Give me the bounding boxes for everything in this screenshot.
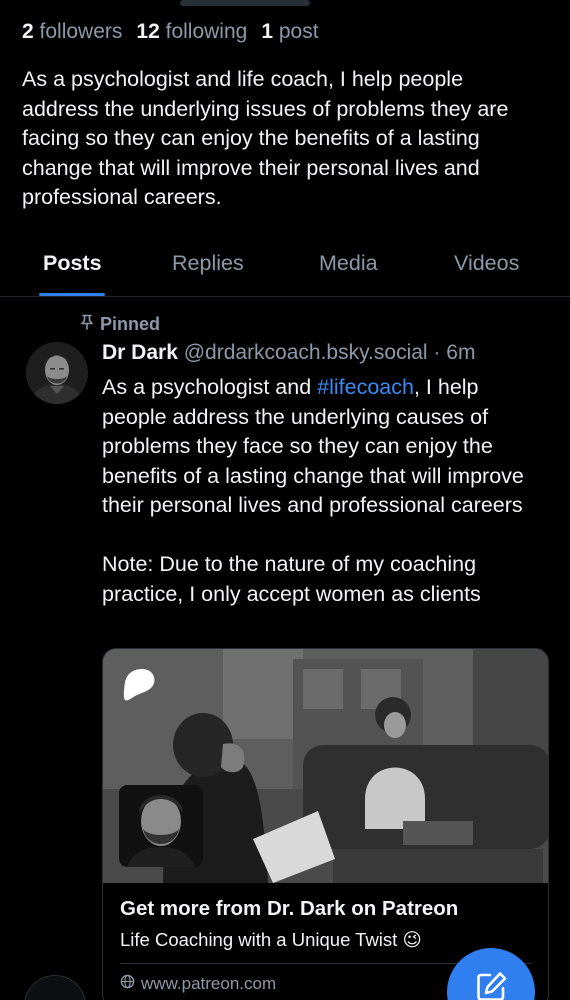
compose-icon xyxy=(474,970,508,1000)
link-card-domain: www.patreon.com xyxy=(120,974,276,994)
tab-videos[interactable]: Videos xyxy=(454,251,519,276)
posts-stat: 1 post xyxy=(261,20,319,43)
globe-icon xyxy=(120,974,135,994)
post-header: Dr Dark @drdarkcoach.bsky.social · 6m xyxy=(102,341,475,365)
profile-bio: As a psychologist and life coach, I help… xyxy=(22,67,509,209)
tab-media[interactable]: Media xyxy=(319,251,378,276)
link-card-title: Get more from Dr. Dark on Patreon xyxy=(120,897,459,920)
active-tab-indicator xyxy=(39,293,105,296)
post-note: Note: Due to the nature of my coaching p… xyxy=(102,552,481,606)
pinned-indicator: Pinned xyxy=(80,314,160,335)
patreon-logo xyxy=(121,667,157,708)
link-card-description: Life Coaching with a Unique Twist 😉 xyxy=(120,929,422,950)
following-stat[interactable]: 12 following xyxy=(136,20,247,44)
hashtag-link[interactable]: #lifecoach xyxy=(317,375,414,399)
tab-posts[interactable]: Posts xyxy=(43,251,102,276)
profile-stats: 2 followers 12 following 1 post xyxy=(22,20,319,44)
link-preview-card[interactable]: Get more from Dr. Dark on Patreon Life C… xyxy=(102,648,549,1000)
author-name[interactable]: Dr Dark xyxy=(102,341,178,364)
post-time: 6m xyxy=(446,341,476,364)
profile-tabs: Posts Replies Media Videos xyxy=(0,237,570,297)
link-preview-image xyxy=(103,649,548,883)
bottom-circular-button[interactable] xyxy=(24,975,86,1000)
post-paragraph: As a psychologist and #lifecoach, I help… xyxy=(102,375,524,517)
tab-replies[interactable]: Replies xyxy=(172,251,244,276)
top-drag-handle xyxy=(180,0,310,6)
author-avatar[interactable] xyxy=(26,342,88,404)
header-separator: · xyxy=(433,341,441,364)
author-handle[interactable]: @drdarkcoach.bsky.social xyxy=(184,341,428,364)
pin-icon xyxy=(80,314,94,335)
post-body: As a psychologist and #lifecoach, I help… xyxy=(102,373,542,609)
followers-stat[interactable]: 2 followers xyxy=(22,20,122,44)
